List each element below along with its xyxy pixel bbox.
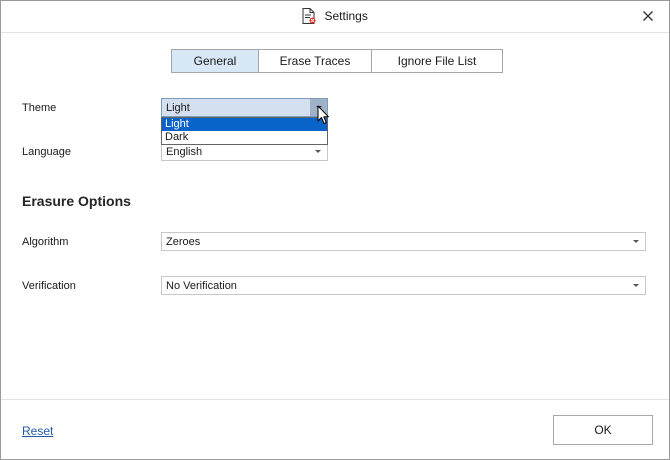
theme-option-light[interactable]: Light <box>162 118 327 131</box>
verification-label: Verification <box>22 280 76 292</box>
reset-link[interactable]: Reset <box>22 424 53 438</box>
ok-button[interactable]: OK <box>553 415 653 445</box>
verification-value: No Verification <box>166 280 237 292</box>
algorithm-value: Zeroes <box>166 236 201 248</box>
window-title: Settings <box>324 9 368 23</box>
theme-value: Light <box>166 102 190 114</box>
chevron-down-icon <box>633 284 639 287</box>
theme-select[interactable]: Light <box>161 98 328 117</box>
theme-option-dark[interactable]: Dark <box>162 131 327 144</box>
footer-divider <box>1 399 669 400</box>
tab-ignore-file-list[interactable]: Ignore File List <box>371 49 503 73</box>
mouse-cursor-icon <box>317 105 331 128</box>
language-label: Language <box>22 146 71 158</box>
theme-dropdown-list: Light Dark <box>161 117 328 145</box>
settings-window: Settings General Erase Traces Ignore Fil… <box>0 0 670 460</box>
chevron-down-icon <box>315 150 321 153</box>
close-button[interactable] <box>639 7 657 25</box>
verification-select[interactable]: No Verification <box>161 276 646 295</box>
tab-erase-traces[interactable]: Erase Traces <box>258 49 372 73</box>
theme-label: Theme <box>22 102 57 114</box>
language-value: English <box>166 146 203 158</box>
title-bar: Settings <box>1 1 669 33</box>
tab-general[interactable]: General <box>171 49 259 73</box>
chevron-down-icon <box>633 240 639 243</box>
algorithm-select[interactable]: Zeroes <box>161 232 646 251</box>
title-wrap: Settings <box>1 8 669 24</box>
close-icon <box>643 11 653 21</box>
document-settings-icon <box>302 8 316 24</box>
erasure-options-heading: Erasure Options <box>22 193 131 209</box>
settings-tabs: General Erase Traces Ignore File List <box>171 49 503 73</box>
algorithm-label: Algorithm <box>22 236 69 248</box>
